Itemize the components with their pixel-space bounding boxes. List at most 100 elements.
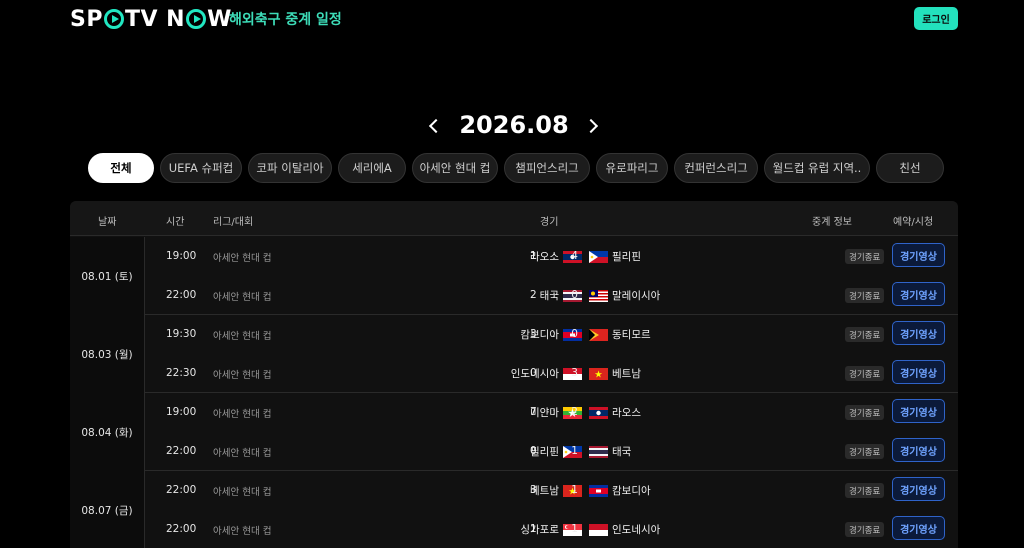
match-time: 22:00 [166,484,197,496]
watch-video-button[interactable]: 경기영상 [892,360,945,384]
match-status-badge: 경기종료 [845,288,885,303]
top-header: SP TV NW 해외축구 중계 일정 로그인 [0,0,1024,38]
date-cell: 08.04 (화) [70,393,145,471]
match-league: 아세안 현대 컵 [213,526,272,537]
header-match: 경기 [540,217,559,228]
schedule-table: 날짜 시간 리그/대회 경기 중계 정보 예약/시청 08.01 (토) 19:… [70,201,958,548]
month-navigator: 2026.08 [0,108,1024,144]
laos-flag-icon [589,406,608,419]
score-separator: : [552,406,556,418]
away-score: 0 [571,289,578,301]
logo-text-spo: SP [70,6,103,32]
score-separator: : [552,250,556,262]
indonesia-flag-icon [589,523,608,536]
away-team-name: 동티모르 [612,329,651,341]
away-score: 3 [571,367,578,379]
match-row: 19:30 아세안 현대 컵 캄보디아 3 : 0 동티모르 경기종료 경기영상 [145,315,958,354]
match-status-badge: 경기종료 [845,405,885,420]
filter-chip[interactable]: UEFA 슈퍼컵 [160,153,242,183]
philippines-flag-icon [589,250,608,263]
match-row: 22:00 아세안 현대 컵 태국 2 : 0 말레이시아 경기종료 경기영상 [145,276,958,315]
date-group: 08.07 (금) 22:00 아세안 현대 컵 베트남 3 : 1 캄보디아 … [70,471,958,548]
away-score: 2 [571,406,578,418]
match-time: 22:00 [166,445,197,457]
score-separator: : [552,289,556,301]
home-score: 7 [530,406,537,418]
filter-chip[interactable]: 친선 [876,153,944,183]
next-month-button[interactable] [583,114,603,138]
away-team: 태국 [589,444,631,459]
away-team: 라오스 [589,405,641,420]
date-cell: 08.03 (월) [70,315,145,393]
score-separator: : [552,367,556,379]
match-score: 7 : 2 [530,406,578,418]
watch-video-button[interactable]: 경기영상 [892,321,945,345]
filter-chip[interactable]: 월드컵 유럽 지역.. [764,153,870,183]
away-team: 필리핀 [589,249,641,264]
away-team: 말레이시아 [589,288,660,303]
filter-chip[interactable]: 전체 [88,153,154,183]
spotv-now-logo[interactable]: SP TV NW [70,6,232,32]
watch-video-button[interactable]: 경기영상 [892,477,945,501]
logo-text-tv: TV N [124,6,186,32]
match-league: 아세안 현대 컵 [213,370,272,381]
watch-video-button[interactable]: 경기영상 [892,282,945,306]
match-score: 1 : 4 [530,250,578,262]
timor-flag-icon [589,328,608,341]
away-team: 베트남 [589,366,641,381]
match-time: 19:00 [166,406,197,418]
match-status-badge: 경기종료 [845,522,885,537]
match-league: 아세안 현대 컵 [213,292,272,303]
match-time: 22:30 [166,367,197,379]
filter-chip[interactable]: 챔피언스리그 [504,153,590,183]
home-score: 1 [530,250,537,262]
match-status-badge: 경기종료 [845,483,885,498]
filter-chip[interactable]: 컨퍼런스리그 [674,153,758,183]
match-row: 19:00 아세안 현대 컵 라오스 1 : 4 필리핀 경기종료 경기영상 [145,237,958,276]
login-button[interactable]: 로그인 [914,7,958,30]
previous-month-button[interactable] [424,114,444,138]
watch-video-button[interactable]: 경기영상 [892,399,945,423]
chevron-right-icon [583,118,599,134]
filter-chip[interactable]: 아세안 현대 컵 [412,153,498,183]
away-score: 1 [571,445,578,457]
match-league: 아세안 현대 컵 [213,409,272,420]
watch-video-button[interactable]: 경기영상 [892,438,945,462]
away-team-name: 캄보디아 [612,485,651,497]
date-group: 08.01 (토) 19:00 아세안 현대 컵 라오스 1 : 4 필리핀 경… [70,237,958,315]
match-time: 22:00 [166,523,197,535]
match-row: 22:00 아세안 현대 컵 싱가포르 1 : 1 인도네시아 경기종료 경기영… [145,510,958,548]
match-status-badge: 경기종료 [845,444,885,459]
watch-video-button[interactable]: 경기영상 [892,516,945,540]
home-score: 1 [530,523,537,535]
table-header: 날짜 시간 리그/대회 경기 중계 정보 예약/시청 [70,201,958,236]
cambodia-flag-icon [589,484,608,497]
filter-chip[interactable]: 세리에A [338,153,406,183]
play-circle-icon [103,9,124,29]
match-score: 1 : 1 [530,523,578,535]
match-league: 아세안 현대 컵 [213,448,272,459]
score-separator: : [552,523,556,535]
score-separator: : [552,484,556,496]
match-score: 0 : 3 [530,367,578,379]
watch-video-button[interactable]: 경기영상 [892,243,945,267]
home-score: 3 [530,484,537,496]
filter-chip[interactable]: 유로파리그 [596,153,668,183]
date-group: 08.04 (화) 19:00 아세안 현대 컵 미얀마 7 : 2 라오스 경… [70,393,958,471]
away-score: 4 [571,250,578,262]
away-team-name: 필리핀 [612,251,641,263]
match-row: 22:00 아세안 현대 컵 베트남 3 : 1 캄보디아 경기종료 경기영상 [145,471,958,510]
match-score: 3 : 0 [530,328,578,340]
match-league: 아세안 현대 컵 [213,487,272,498]
play-circle-icon [186,9,207,29]
away-score: 1 [571,484,578,496]
match-status-badge: 경기종료 [845,249,885,264]
home-score: 0 [530,367,537,379]
page-subtitle: 해외축구 중계 일정 [229,12,342,28]
vietnam-flag-icon [589,367,608,380]
away-team-name: 말레이시아 [612,290,661,302]
match-row: 19:00 아세안 현대 컵 미얀마 7 : 2 라오스 경기종료 경기영상 [145,393,958,432]
filter-chip[interactable]: 코파 이탈리아 [248,153,332,183]
home-score: 3 [530,328,537,340]
match-time: 22:00 [166,289,197,301]
